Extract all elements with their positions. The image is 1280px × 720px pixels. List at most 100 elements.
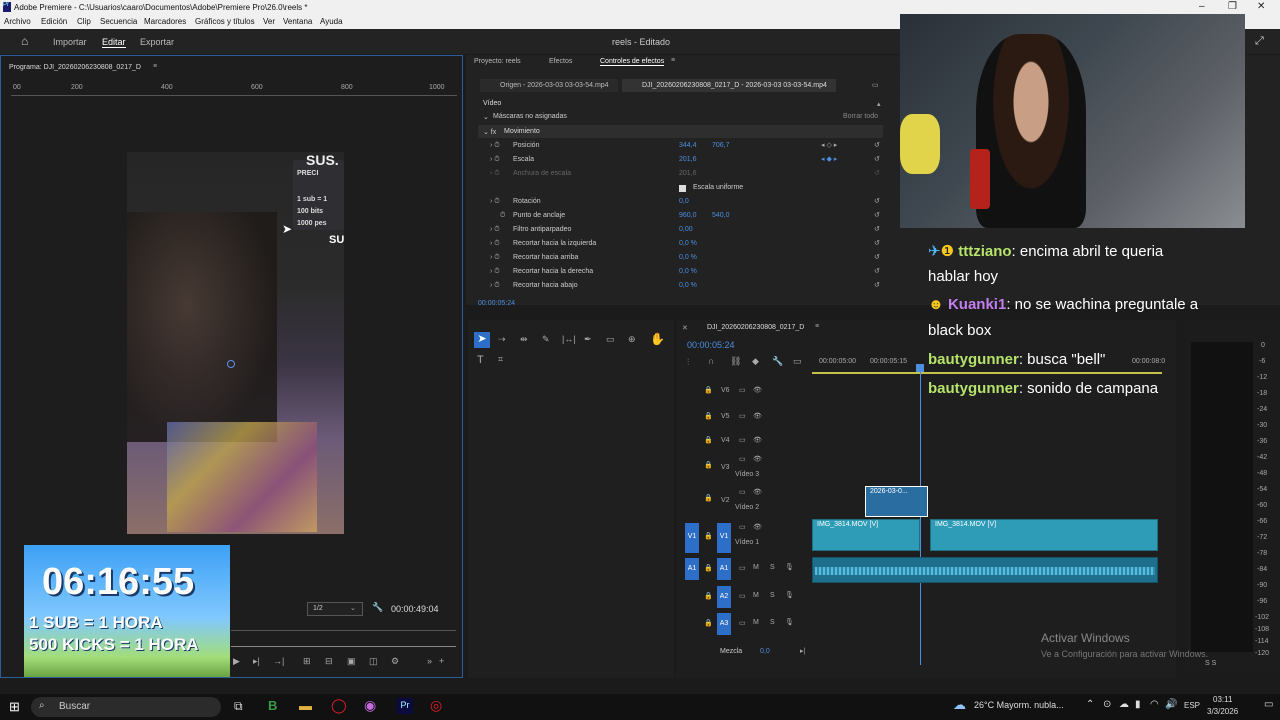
sync-icon[interactable]: ▭ xyxy=(739,619,746,627)
mute-icon[interactable]: M xyxy=(753,592,759,599)
effect-value[interactable]: 344,4 xyxy=(679,142,697,149)
selection-tool-icon[interactable]: ➤ xyxy=(474,332,490,348)
menu-ayuda[interactable]: Ayuda xyxy=(320,17,343,26)
sync-icon[interactable]: ▭ xyxy=(739,412,746,420)
effect-value[interactable]: 540,0 xyxy=(712,212,730,219)
add-button-icon[interactable]: + xyxy=(439,656,444,666)
menu-ver[interactable]: Ver xyxy=(263,17,275,26)
reset-icon[interactable]: ↺ xyxy=(874,211,880,219)
sync-icon[interactable]: ▭ xyxy=(739,592,746,600)
effect-row-position[interactable]: › ⏱ Posición 344,4 706,7 ◂ ◇ ▸ ↺ xyxy=(478,140,888,154)
lift-icon[interactable]: ⊞ xyxy=(303,656,311,667)
reset-icon[interactable]: ↺ xyxy=(874,281,880,289)
mic-icon[interactable]: 🎙 xyxy=(785,563,794,571)
pen-icon[interactable]: ✒ xyxy=(584,334,592,345)
effects-timecode[interactable]: 00:00:05:24 xyxy=(478,300,515,307)
effect-value[interactable]: 0,0 % xyxy=(679,254,697,261)
timeline-timecode[interactable]: 00:00:05:24 xyxy=(687,340,735,350)
windows-start-icon[interactable]: ⊞ xyxy=(9,699,20,715)
lock-icon[interactable]: 🔒 xyxy=(704,461,713,469)
expander-icon[interactable]: › ⏱ xyxy=(490,156,500,164)
tab-effects[interactable]: Efectos xyxy=(549,58,572,65)
rectangle-icon[interactable]: ▭ xyxy=(606,334,615,345)
effect-value[interactable]: 0,0 % xyxy=(679,240,697,247)
expander-icon[interactable]: › ⏱ xyxy=(490,268,500,276)
menu-marcadores[interactable]: Marcadores xyxy=(144,17,186,26)
reset-icon[interactable]: ↺ xyxy=(874,267,880,275)
keyframe-nav-icon[interactable]: ◂ ◆ ▸ xyxy=(821,155,837,163)
weather-text[interactable]: 26°C Mayorm. nubla... xyxy=(974,700,1064,710)
settings-icon[interactable]: ⚙ xyxy=(391,656,399,667)
sync-icon[interactable]: ▭ xyxy=(739,488,746,496)
hand-icon[interactable]: ✋ xyxy=(650,332,665,346)
mute-icon[interactable]: M xyxy=(753,564,759,571)
type-tool-icon[interactable]: T xyxy=(477,354,484,366)
app-b-icon[interactable]: B xyxy=(268,698,277,713)
eye-icon[interactable]: 👁 xyxy=(753,523,762,531)
eye-icon[interactable]: 👁 xyxy=(753,455,762,463)
effect-value[interactable]: 960,0 xyxy=(679,212,697,219)
playhead-handle-icon[interactable] xyxy=(916,364,924,372)
source-tab[interactable]: Origen - 2026-03-03 03-03-54.mp4 xyxy=(480,79,618,92)
file-explorer-icon[interactable]: ▬ xyxy=(299,698,312,713)
ripple-edit-icon[interactable]: ⇹ xyxy=(520,334,528,345)
clock-time[interactable]: 03:11 xyxy=(1213,695,1232,704)
effect-row-rotation[interactable]: › ⏱ Rotación 0,0 ↺ xyxy=(478,196,888,210)
menu-edicion[interactable]: Edición xyxy=(41,17,67,26)
taskbar-search[interactable]: ⌕ Buscar xyxy=(31,697,221,717)
discord-icon[interactable]: ◉ xyxy=(364,697,376,714)
sync-icon[interactable]: ▭ xyxy=(739,523,746,531)
tab-export[interactable]: Exportar xyxy=(140,37,174,47)
volume-icon[interactable]: 🔊 xyxy=(1165,699,1177,710)
more-icon[interactable]: » xyxy=(427,656,432,666)
mic-icon[interactable]: 🎙 xyxy=(785,618,794,626)
work-area-bar[interactable] xyxy=(812,372,1162,374)
effect-row-scale[interactable]: › ⏱ Escala 201,6 ◂ ◆ ▸ ↺ xyxy=(478,154,888,168)
clip-v1-a[interactable]: IMG_3814.MOV [V] xyxy=(812,519,920,551)
effect-value[interactable]: 0,0 % xyxy=(679,282,697,289)
tab-effect-controls[interactable]: Controles de efectos xyxy=(600,58,665,66)
masks-expander-icon[interactable]: ⌄ xyxy=(483,113,489,121)
effect-row-crop-right[interactable]: › ⏱ Recortar hacia la derecha 0,0 % ↺ xyxy=(478,266,888,280)
expander-icon[interactable]: › ⏱ xyxy=(490,226,500,234)
solo-icon[interactable]: S xyxy=(770,619,775,626)
tab-import[interactable]: Importar xyxy=(53,37,87,47)
step-forward-icon[interactable]: ▸| xyxy=(253,656,260,667)
lock-icon[interactable]: 🔒 xyxy=(704,619,713,627)
track-label[interactable]: A3 xyxy=(717,613,731,635)
minimize-icon[interactable]: – xyxy=(1199,1,1205,12)
tray-app-icon[interactable]: ⊙ xyxy=(1103,699,1111,710)
captions-icon[interactable]: ▭ xyxy=(793,356,802,367)
stopwatch-icon[interactable]: ⏱ xyxy=(500,212,505,220)
zoom-tool-icon[interactable]: ⊕ xyxy=(628,334,636,345)
lock-icon[interactable]: 🔒 xyxy=(704,564,713,572)
resolution-select[interactable]: 1/2 ⌄ xyxy=(307,602,363,616)
lock-icon[interactable]: 🔒 xyxy=(704,412,713,420)
lock-icon[interactable]: 🔒 xyxy=(704,592,713,600)
menu-icon[interactable]: ≡ xyxy=(153,63,157,70)
menu-ventana[interactable]: Ventana xyxy=(283,17,312,26)
obs-icon[interactable]: ◎ xyxy=(430,697,442,714)
premiere-taskbar-icon[interactable]: Pr xyxy=(397,698,413,714)
home-icon[interactable]: ⌂ xyxy=(21,34,28,48)
expander-icon[interactable]: › ⏱ xyxy=(490,142,500,150)
solo-icon[interactable]: S xyxy=(770,592,775,599)
close-icon[interactable]: ✕ xyxy=(1257,1,1265,12)
reset-icon[interactable]: ↺ xyxy=(874,197,880,205)
anchor-point-icon[interactable] xyxy=(227,360,235,368)
eye-icon[interactable]: 👁 xyxy=(753,412,762,420)
expander-icon[interactable]: › ⏱ xyxy=(490,254,500,262)
menu-icon[interactable]: ≡ xyxy=(671,57,675,64)
wrench-icon[interactable]: 🔧 xyxy=(772,356,783,367)
effect-value[interactable]: 0,0 % xyxy=(679,268,697,275)
track-label[interactable]: A2 xyxy=(717,586,731,608)
effect-row-crop-top[interactable]: › ⏱ Recortar hacia arriba 0,0 % ↺ xyxy=(478,252,888,266)
snap-icon[interactable]: ∩ xyxy=(708,356,714,366)
fullscreen-icon[interactable]: ⤢ xyxy=(1255,35,1264,48)
opera-icon[interactable]: ◯ xyxy=(331,697,347,714)
panel-icon[interactable]: ▭ xyxy=(872,81,879,89)
motion-row[interactable]: ⌄ fx Movimiento xyxy=(478,125,883,138)
remix-icon[interactable]: ⌗ xyxy=(498,354,503,365)
eye-icon[interactable]: 👁 xyxy=(753,386,762,394)
comparison-icon[interactable]: ◫ xyxy=(369,656,378,667)
